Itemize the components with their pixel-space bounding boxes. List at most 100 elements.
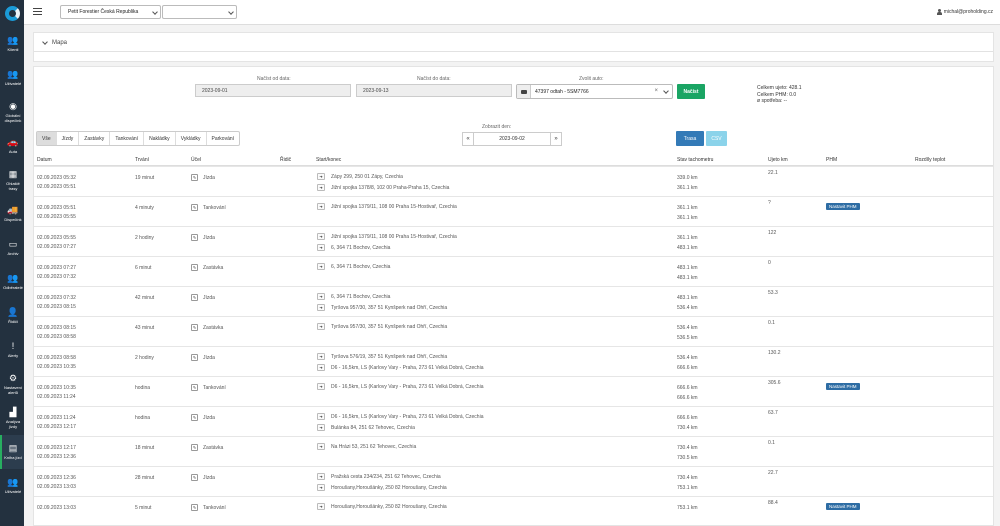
table-row[interactable]: 02.09.2023 07:32 02.09.2023 08:15 42 minut… bbox=[34, 286, 993, 316]
tab-5[interactable]: Vykládky bbox=[176, 132, 207, 145]
app-logo[interactable] bbox=[0, 0, 24, 27]
route-start-address: 6, 364 71 Bochov, Czechia bbox=[331, 263, 391, 270]
sidebar-item[interactable]: 👤 Řidiči bbox=[0, 299, 24, 333]
to-date-input[interactable]: 2023-09-13 bbox=[356, 84, 512, 97]
edit-icon[interactable]: ✎ bbox=[191, 324, 198, 331]
sidebar-item[interactable]: ▭ Archiv bbox=[0, 231, 24, 265]
map-toggle[interactable]: Mapa bbox=[42, 39, 67, 46]
col-temperature[interactable]: Rozdíly teplot bbox=[915, 157, 945, 163]
trip-distance: 0.1 bbox=[768, 320, 775, 326]
trip-purpose: Tankování bbox=[203, 204, 226, 211]
edit-icon[interactable]: ✎ bbox=[191, 504, 198, 511]
company-select[interactable]: Petit Forestier Česká Republika bbox=[60, 5, 161, 19]
locate-icon[interactable]: ➜ bbox=[317, 424, 325, 431]
clear-icon[interactable]: × bbox=[654, 88, 658, 94]
table-row[interactable]: 02.09.2023 12:36 02.09.2023 13:03 28 minut… bbox=[34, 466, 993, 496]
sidebar-item[interactable]: ◉ Globální dispečink bbox=[0, 95, 24, 129]
table-row[interactable]: 02.09.2023 10:35 02.09.2023 11:24 hodina ✎ T… bbox=[34, 376, 993, 406]
sidebar-item[interactable]: ! Alerty bbox=[0, 333, 24, 367]
csv-button[interactable]: CSV bbox=[706, 131, 727, 146]
tab-0[interactable]: Vše bbox=[37, 132, 57, 145]
col-date[interactable]: Datum bbox=[37, 157, 52, 163]
set-fuel-button[interactable]: Nastavit PHM bbox=[826, 203, 860, 210]
truck-icon: 🚚 bbox=[7, 205, 19, 216]
car-select[interactable]: 47397 odtah - 5SM7766 × bbox=[516, 84, 673, 99]
edit-icon[interactable]: ✎ bbox=[191, 264, 198, 271]
trip-start-time: 02.09.2023 05:51 bbox=[37, 205, 76, 211]
sidebar-item[interactable]: 👥 Klienti bbox=[0, 27, 24, 61]
edit-icon[interactable]: ✎ bbox=[191, 234, 198, 241]
table-row[interactable]: 02.09.2023 05:55 02.09.2023 07:27 2 hodiny… bbox=[34, 226, 993, 256]
table-row[interactable]: 02.09.2023 05:32 02.09.2023 05:51 19 minut… bbox=[34, 166, 993, 196]
edit-icon[interactable]: ✎ bbox=[191, 384, 198, 391]
col-fuel[interactable]: PHM bbox=[826, 157, 837, 163]
sidebar-item[interactable]: 👥 Uživatelé bbox=[0, 469, 24, 503]
prev-day-button[interactable]: « bbox=[462, 132, 474, 146]
locate-icon[interactable]: ➜ bbox=[317, 364, 325, 371]
tab-2[interactable]: Zastávky bbox=[79, 132, 111, 145]
locate-icon[interactable]: ➜ bbox=[317, 503, 325, 510]
locate-icon[interactable]: ➜ bbox=[317, 263, 325, 270]
table-row[interactable]: 02.09.2023 12:17 02.09.2023 12:36 18 minut… bbox=[34, 436, 993, 466]
set-fuel-button[interactable]: Nastavit PHM bbox=[826, 503, 860, 510]
edit-icon[interactable]: ✎ bbox=[191, 414, 198, 421]
locate-icon[interactable]: ➜ bbox=[317, 233, 325, 240]
edit-icon[interactable]: ✎ bbox=[191, 294, 198, 301]
sidebar-item[interactable]: ▤ Kniha jízd bbox=[0, 435, 24, 469]
sidebar-item-label: Kniha jízd bbox=[4, 455, 22, 461]
edit-icon[interactable]: ✎ bbox=[191, 474, 198, 481]
col-odometer[interactable]: Stav tachometru bbox=[677, 157, 713, 163]
table-row[interactable]: 02.09.2023 08:58 02.09.2023 10:35 2 hodiny… bbox=[34, 346, 993, 376]
load-button[interactable]: Načíst bbox=[677, 84, 705, 99]
locate-icon[interactable]: ➜ bbox=[317, 413, 325, 420]
next-day-button[interactable]: » bbox=[550, 132, 562, 146]
locate-icon[interactable]: ➜ bbox=[317, 304, 325, 311]
tab-1[interactable]: Jízdy bbox=[57, 132, 80, 145]
tab-3[interactable]: Tankování bbox=[110, 132, 145, 145]
user-menu[interactable]: michal@proholding.cz bbox=[936, 9, 993, 15]
day-input[interactable]: 2023-09-02 bbox=[474, 132, 550, 146]
sidebar-item[interactable]: ▟ Analýza jízdy bbox=[0, 401, 24, 435]
trip-duration: 28 minut bbox=[135, 475, 155, 481]
tab-6[interactable]: Parkování bbox=[207, 132, 240, 145]
locate-icon[interactable]: ➜ bbox=[317, 443, 325, 450]
locate-icon[interactable]: ➜ bbox=[317, 203, 325, 210]
locate-icon[interactable]: ➜ bbox=[317, 184, 325, 191]
edit-icon[interactable]: ✎ bbox=[191, 204, 198, 211]
sidebar-item[interactable]: 🚗 Auta bbox=[0, 129, 24, 163]
route-button[interactable]: Trasa bbox=[676, 131, 704, 146]
edit-icon[interactable]: ✎ bbox=[191, 354, 198, 361]
table-row[interactable]: 02.09.2023 07:27 02.09.2023 07:32 6 minut ✎… bbox=[34, 256, 993, 286]
from-date-input[interactable]: 2023-09-01 bbox=[195, 84, 351, 97]
locate-icon[interactable]: ➜ bbox=[317, 293, 325, 300]
sidebar-item[interactable]: 👥 Odběratelé bbox=[0, 265, 24, 299]
locate-icon[interactable]: ➜ bbox=[317, 484, 325, 491]
tab-4[interactable]: Nakládky bbox=[144, 132, 176, 145]
table-row[interactable]: 02.09.2023 11:24 02.09.2023 12:17 hodina ✎ J… bbox=[34, 406, 993, 436]
edit-icon[interactable]: ✎ bbox=[191, 444, 198, 451]
locate-icon[interactable]: ➜ bbox=[317, 473, 325, 480]
col-distance[interactable]: Ujeto km bbox=[768, 157, 788, 163]
route-end: ➜ D6 - 16,5km, LS (Karlovy Vary - Praha, … bbox=[317, 364, 483, 371]
col-driver[interactable]: Řidič bbox=[280, 157, 291, 163]
sidebar-item[interactable]: 🚚 Dispečink bbox=[0, 197, 24, 231]
table-row[interactable]: 02.09.2023 05:51 02.09.2023 05:55 4 minuty… bbox=[34, 196, 993, 226]
secondary-select[interactable] bbox=[162, 5, 237, 19]
locate-icon[interactable]: ➜ bbox=[317, 383, 325, 390]
menu-toggle-icon[interactable] bbox=[33, 8, 42, 15]
col-route[interactable]: Start/konec bbox=[316, 157, 341, 163]
locate-icon[interactable]: ➜ bbox=[317, 353, 325, 360]
edit-icon[interactable]: ✎ bbox=[191, 174, 198, 181]
col-duration[interactable]: Trvání bbox=[135, 157, 149, 163]
table-row[interactable]: 02.09.2023 08:15 02.09.2023 08:58 43 minut… bbox=[34, 316, 993, 346]
col-purpose[interactable]: Účel bbox=[191, 157, 201, 163]
sidebar-item[interactable]: 👥 Uživatelé bbox=[0, 61, 24, 95]
locate-icon[interactable]: ➜ bbox=[317, 323, 325, 330]
locate-icon[interactable]: ➜ bbox=[317, 244, 325, 251]
table-row[interactable]: 02.09.2023 13:03 5 minut ✎ Tankování ➜ Horouš… bbox=[34, 496, 993, 525]
sidebar-item[interactable]: ⚙ Nastavení alertů bbox=[0, 367, 24, 401]
sidebar-item[interactable]: ▦ Ohlaště trasy bbox=[0, 163, 24, 197]
trip-start-time: 02.09.2023 11:24 bbox=[37, 415, 76, 421]
locate-icon[interactable]: ➜ bbox=[317, 173, 325, 180]
set-fuel-button[interactable]: Nastavit PHM bbox=[826, 383, 860, 390]
